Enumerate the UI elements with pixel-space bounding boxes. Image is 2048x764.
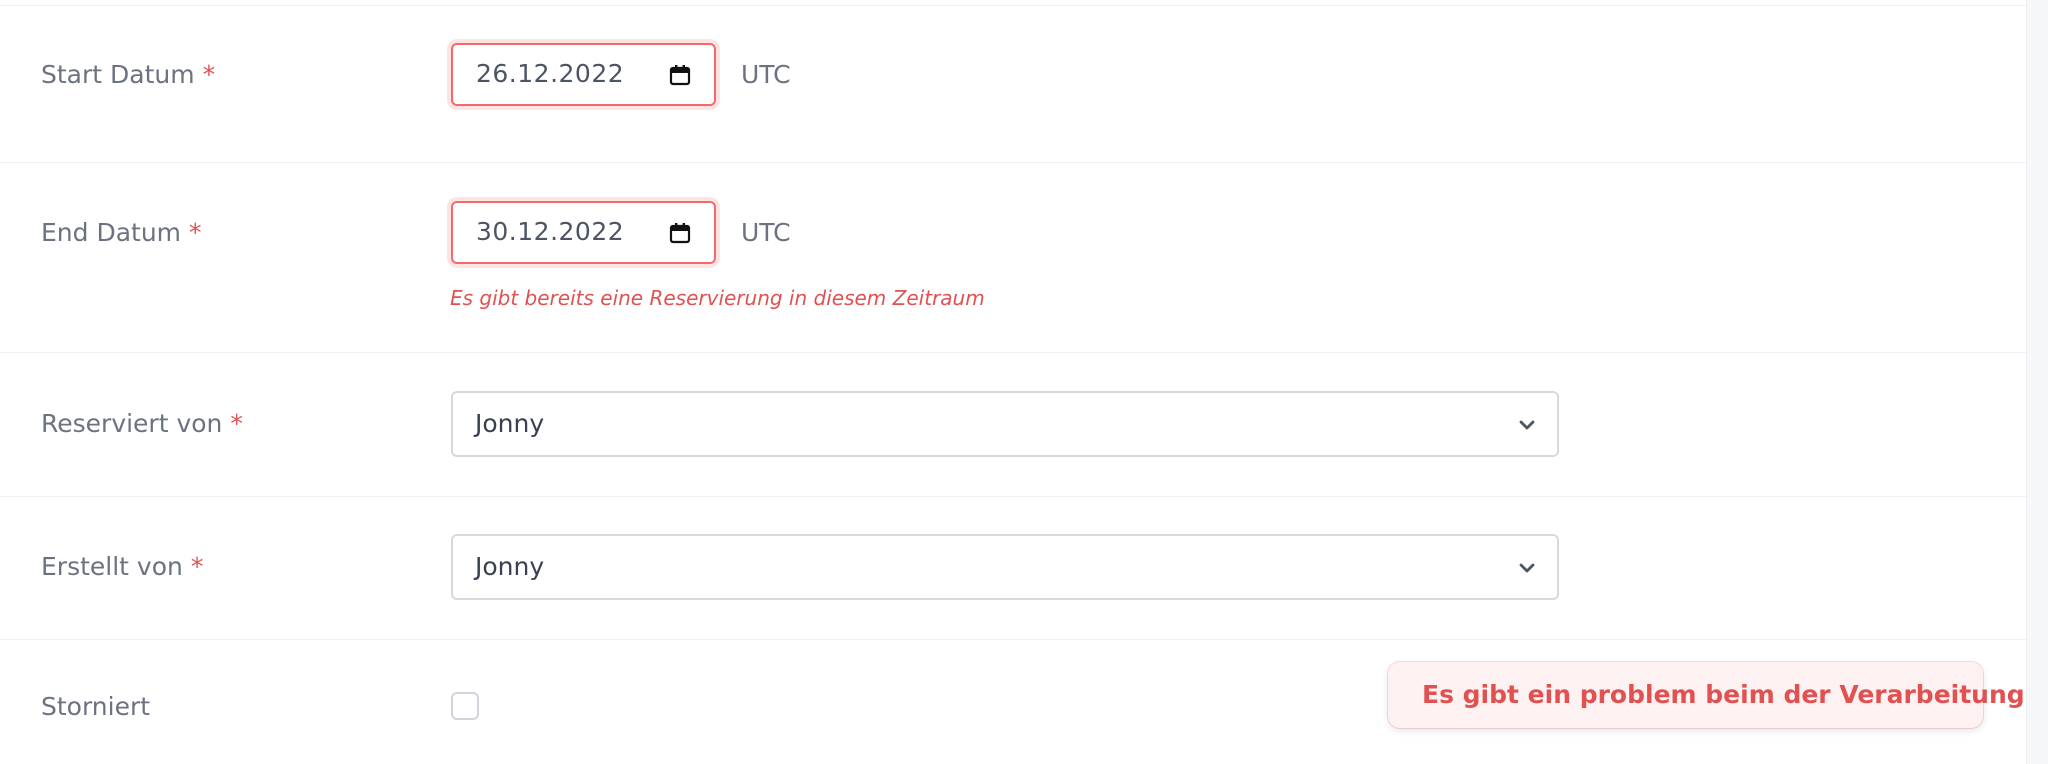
reservation-form: Start Datum * 26.12.2022 UTC End Datum * 3… xyxy=(0,0,2026,764)
row-cancelled: Storniert xyxy=(0,0,2026,764)
error-toast[interactable]: Es gibt ein problem beim der Verarbeitun… xyxy=(1388,662,2025,728)
reservation-form-page: Start Datum * 26.12.2022 UTC End Datum * 3… xyxy=(0,0,2048,764)
error-toast-message: Es gibt ein problem beim der Verarbeitun… xyxy=(1422,680,2025,709)
scrollbar-track[interactable] xyxy=(2026,0,2048,764)
cancelled-checkbox[interactable] xyxy=(451,692,479,720)
cancelled-label: Storniert xyxy=(41,692,151,721)
